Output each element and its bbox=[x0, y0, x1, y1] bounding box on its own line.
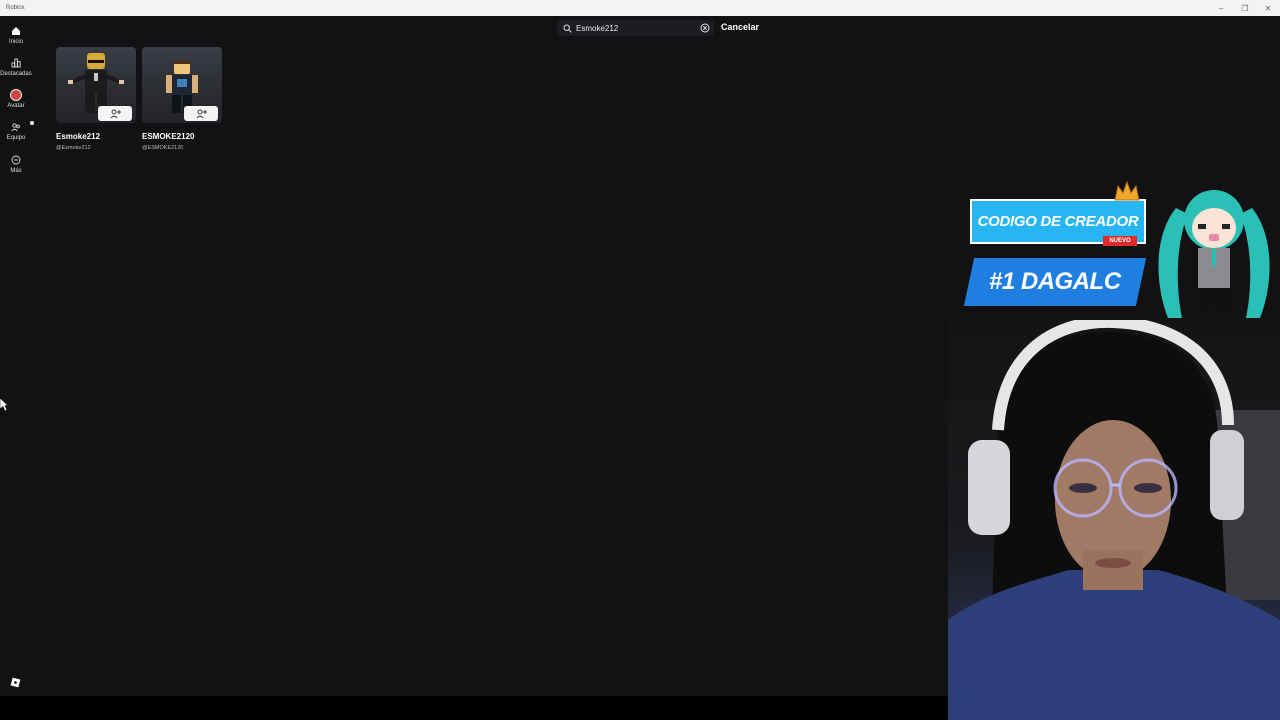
user-result-card[interactable]: Esmoke212 @Esmoke212 bbox=[56, 47, 136, 151]
search-bar[interactable] bbox=[557, 20, 714, 36]
sidebar-item-inicio[interactable]: Inicio bbox=[0, 25, 32, 45]
sidebar: Inicio Destacadas Avatar Equipo Más bbox=[0, 16, 34, 696]
clear-search-icon[interactable] bbox=[700, 23, 710, 33]
promo-banner-bottom-text: #1 DAGALC bbox=[989, 268, 1121, 295]
window-titlebar: Roblox – ❐ ✕ bbox=[0, 0, 1280, 16]
sidebar-item-label: Equipo bbox=[6, 135, 26, 141]
add-friend-icon bbox=[195, 109, 207, 119]
sidebar-item-equipo[interactable]: Equipo bbox=[0, 121, 34, 141]
user-result-card[interactable]: ESMOKE2120 @ESMOKE2120 bbox=[142, 47, 222, 151]
minimize-icon[interactable]: – bbox=[1209, 0, 1233, 16]
crown-icon bbox=[1113, 180, 1141, 207]
restore-icon[interactable]: ❐ bbox=[1233, 0, 1257, 16]
promo-new-tag-text: NUEVO bbox=[1109, 238, 1131, 244]
sidebar-item-label: Destacadas bbox=[0, 71, 32, 77]
more-icon bbox=[10, 154, 22, 166]
sidebar-item-destacadas[interactable]: Destacadas bbox=[0, 57, 32, 77]
add-friend-button[interactable] bbox=[184, 106, 218, 121]
add-friend-icon bbox=[109, 109, 121, 119]
search-input[interactable] bbox=[576, 23, 698, 33]
cancel-button[interactable]: Cancelar bbox=[721, 22, 759, 32]
search-icon bbox=[563, 24, 572, 33]
home-icon bbox=[10, 25, 22, 37]
promo-new-tag: NUEVO bbox=[1103, 236, 1137, 246]
user-handle: @Esmoke212 bbox=[56, 145, 91, 151]
roblox-logo-icon[interactable] bbox=[10, 675, 21, 693]
stream-promo-overlay: CODIGO DE CREADOR NUEVO #1 DAGALC bbox=[963, 178, 1280, 320]
charts-icon bbox=[10, 57, 22, 69]
sidebar-item-label: Avatar bbox=[7, 103, 25, 109]
user-display-name[interactable]: Esmoke212 bbox=[56, 132, 136, 141]
sidebar-item-avatar[interactable]: Avatar bbox=[0, 89, 32, 109]
avatar-icon bbox=[10, 89, 22, 101]
notification-dot bbox=[30, 121, 34, 125]
mascot-image bbox=[1148, 178, 1280, 325]
window-title: Roblox bbox=[6, 5, 25, 11]
close-icon[interactable]: ✕ bbox=[1256, 0, 1280, 16]
user-avatar-thumbnail[interactable] bbox=[56, 47, 136, 123]
user-handle: @ESMOKE2120 bbox=[142, 145, 184, 151]
webcam-feed bbox=[948, 320, 1280, 720]
sidebar-item-mas[interactable]: Más bbox=[0, 154, 32, 174]
user-display-name[interactable]: ESMOKE2120 bbox=[142, 132, 222, 141]
add-friend-button[interactable] bbox=[98, 106, 132, 121]
mouse-cursor-icon bbox=[0, 397, 9, 417]
promo-banner-top-text: CODIGO DE CREADOR bbox=[977, 213, 1139, 230]
taskbar-strip bbox=[0, 696, 948, 720]
party-icon bbox=[10, 121, 34, 133]
sidebar-item-label: Inicio bbox=[8, 39, 23, 45]
sidebar-item-label: Más bbox=[10, 168, 22, 174]
user-avatar-thumbnail[interactable] bbox=[142, 47, 222, 123]
promo-banner-bottom: #1 DAGALC bbox=[963, 258, 1147, 306]
webcam-person-image bbox=[948, 320, 1280, 720]
